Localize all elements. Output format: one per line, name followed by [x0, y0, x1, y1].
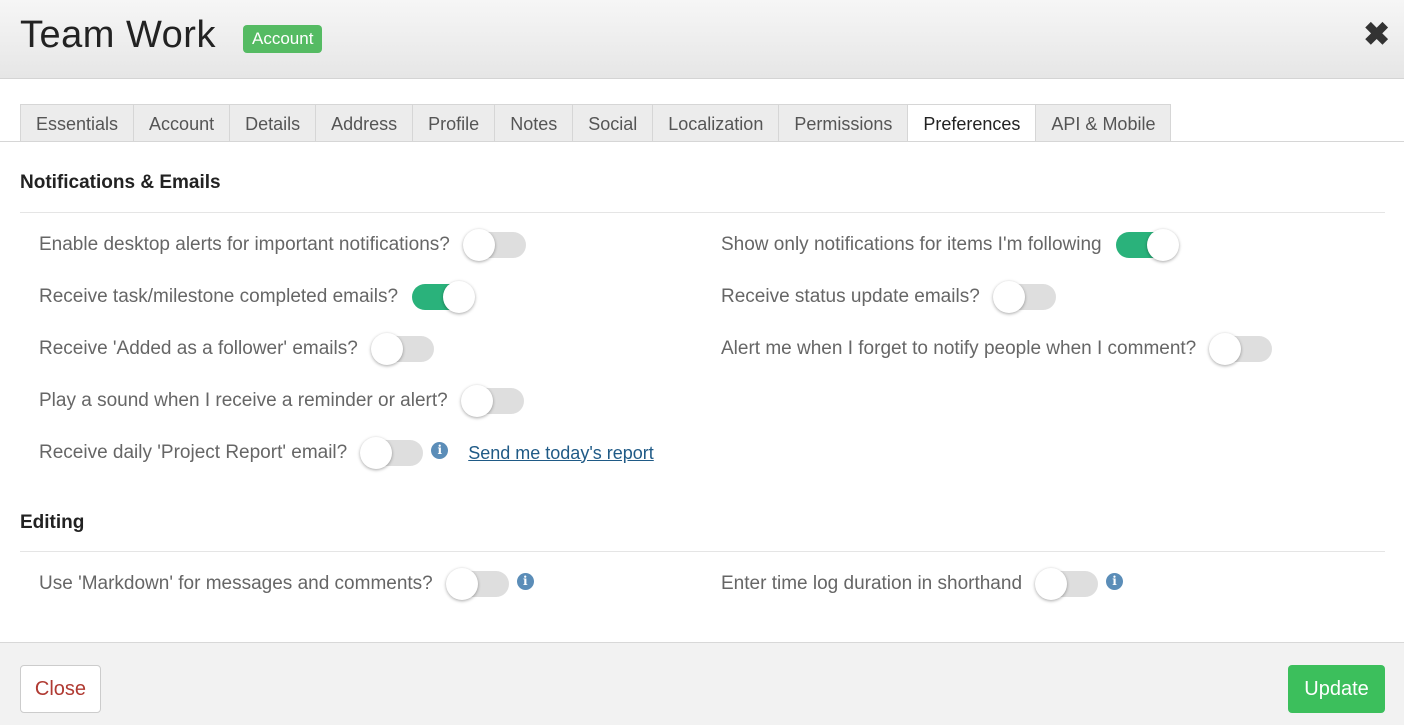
setting-label: Show only notifications for items I'm fo…: [721, 234, 1102, 255]
setting-time-log-shorthand: Enter time log duration in shorthand i: [721, 568, 1124, 600]
info-icon[interactable]: i: [1106, 572, 1124, 590]
setting-play-sound: Play a sound when I receive a reminder o…: [39, 385, 524, 417]
tab-social[interactable]: Social: [572, 104, 653, 142]
play-sound-toggle[interactable]: [460, 385, 524, 417]
tab-api-mobile[interactable]: API & Mobile: [1035, 104, 1172, 142]
markdown-toggle[interactable]: [445, 568, 509, 600]
setting-label: Receive 'Added as a follower' emails?: [39, 338, 358, 359]
update-button[interactable]: Update: [1288, 665, 1385, 713]
tab-profile[interactable]: Profile: [412, 104, 495, 142]
tab-essentials[interactable]: Essentials: [20, 104, 134, 142]
status-update-emails-toggle[interactable]: [992, 281, 1056, 313]
editing-section-title: Editing: [20, 512, 85, 533]
tab-permissions[interactable]: Permissions: [778, 104, 908, 142]
project-report-toggle[interactable]: [360, 437, 424, 469]
info-icon[interactable]: i: [516, 572, 534, 590]
close-icon[interactable]: ✖: [1363, 18, 1390, 50]
close-button[interactable]: Close: [20, 665, 101, 713]
time-log-shorthand-toggle[interactable]: [1035, 568, 1099, 600]
tab-account[interactable]: Account: [133, 104, 230, 142]
setting-project-report: Receive daily 'Project Report' email? i …: [39, 437, 654, 469]
send-report-link[interactable]: Send me today's report: [468, 443, 654, 464]
task-completed-emails-toggle[interactable]: [412, 281, 476, 313]
setting-label: Enter time log duration in shorthand: [721, 573, 1023, 594]
setting-follower-emails: Receive 'Added as a follower' emails?: [39, 333, 434, 365]
dialog-footer: Close Update: [0, 642, 1404, 725]
account-badge: Account: [243, 25, 323, 53]
setting-label: Use 'Markdown' for messages and comments…: [39, 573, 433, 594]
tab-localization[interactable]: Localization: [652, 104, 779, 142]
setting-label: Alert me when I forget to notify people …: [721, 338, 1197, 359]
tab-preferences[interactable]: Preferences: [907, 104, 1036, 142]
section-divider: [20, 212, 1385, 213]
setting-forget-notify-alert: Alert me when I forget to notify people …: [721, 333, 1273, 365]
section-divider: [20, 551, 1385, 552]
info-icon[interactable]: i: [431, 441, 449, 459]
setting-label: Receive status update emails?: [721, 286, 980, 307]
following-only-toggle[interactable]: [1115, 229, 1179, 261]
setting-label: Enable desktop alerts for important noti…: [39, 234, 450, 255]
follower-emails-toggle[interactable]: [370, 333, 434, 365]
tab-address[interactable]: Address: [315, 104, 413, 142]
setting-status-update-emails: Receive status update emails?: [721, 281, 1056, 313]
setting-label: Play a sound when I receive a reminder o…: [39, 390, 448, 411]
tab-bar: Essentials Account Details Address Profi…: [20, 104, 1172, 142]
tab-divider: [0, 141, 1404, 142]
setting-task-completed-emails: Receive task/milestone completed emails?: [39, 281, 476, 313]
setting-label: Receive task/milestone completed emails?: [39, 286, 399, 307]
setting-following-only: Show only notifications for items I'm fo…: [721, 229, 1179, 261]
forget-notify-alert-toggle[interactable]: [1209, 333, 1273, 365]
desktop-alerts-toggle[interactable]: [462, 229, 526, 261]
setting-label: Receive daily 'Project Report' email?: [39, 442, 348, 463]
tab-notes[interactable]: Notes: [494, 104, 573, 142]
tab-details[interactable]: Details: [229, 104, 316, 142]
dialog-title: Team Work: [20, 14, 216, 56]
setting-markdown: Use 'Markdown' for messages and comments…: [39, 568, 534, 600]
dialog-header: Team Work Account ✖: [0, 0, 1404, 79]
setting-desktop-alerts: Enable desktop alerts for important noti…: [39, 229, 526, 261]
notifications-section-title: Notifications & Emails: [20, 172, 221, 193]
